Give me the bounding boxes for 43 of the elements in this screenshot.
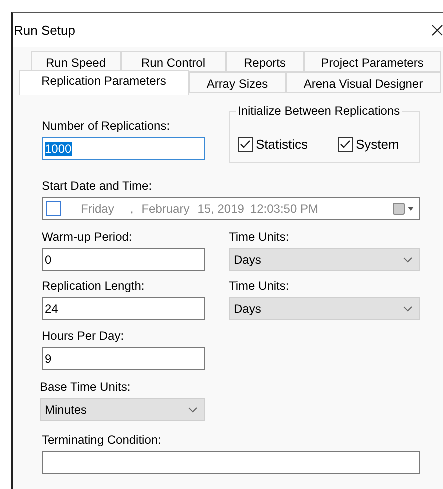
field-label: Time Units: bbox=[229, 279, 290, 293]
input-field[interactable]: 0 bbox=[42, 248, 205, 271]
field-label: Warm-up Period: bbox=[42, 230, 134, 244]
date-part: February bbox=[142, 202, 190, 216]
input-field[interactable]: 9 bbox=[42, 347, 205, 370]
field-label: Terminating Condition: bbox=[42, 433, 162, 447]
tab[interactable]: Reports bbox=[226, 51, 304, 72]
tab[interactable]: Replication Parameters bbox=[19, 70, 189, 95]
field-label: Hours Per Day: bbox=[42, 329, 126, 343]
date-part: 12:03:50 PM bbox=[250, 202, 318, 216]
field-label: Number of Replications: bbox=[42, 119, 172, 133]
window-title: Run Setup bbox=[14, 22, 76, 38]
input-field[interactable] bbox=[42, 451, 420, 474]
dropdown[interactable]: Days bbox=[229, 248, 420, 271]
checkbox-label: Statistics bbox=[256, 136, 308, 152]
field-value: 1000 bbox=[45, 142, 72, 156]
group-title: Initialize Between Replications bbox=[236, 104, 402, 118]
checkbox[interactable] bbox=[238, 136, 253, 152]
tab[interactable]: Array Sizes bbox=[189, 72, 286, 93]
tab[interactable]: Arena Visual Designer bbox=[286, 72, 441, 93]
date-part: , bbox=[130, 202, 134, 216]
tab[interactable]: Run Control bbox=[121, 51, 226, 72]
tab[interactable]: Project Parameters bbox=[304, 51, 441, 72]
calendar-dropdown-icon[interactable] bbox=[393, 202, 415, 214]
field-label: Replication Length: bbox=[42, 279, 146, 293]
date-time-picker[interactable]: Friday , February 15, 2019 12:03:50 PM bbox=[42, 197, 420, 220]
checkbox[interactable] bbox=[338, 136, 354, 152]
checkbox-label: System bbox=[356, 136, 400, 152]
date-part: Friday bbox=[81, 202, 114, 216]
checkbox[interactable] bbox=[46, 201, 61, 216]
field-label: Time Units: bbox=[229, 230, 290, 244]
chevron-down-icon bbox=[188, 406, 198, 412]
input-field[interactable]: 1000 bbox=[42, 137, 205, 160]
chevron-down-icon bbox=[403, 306, 413, 312]
tab[interactable]: Run Speed bbox=[31, 51, 121, 72]
chevron-down-icon bbox=[403, 256, 413, 262]
date-part: 15, 2019 bbox=[198, 202, 244, 216]
field-label: Base Time Units: bbox=[40, 380, 132, 394]
dropdown[interactable]: Days bbox=[229, 297, 420, 320]
field-label: Start Date and Time: bbox=[42, 179, 154, 193]
dropdown[interactable]: Minutes bbox=[40, 398, 205, 421]
input-field[interactable]: 24 bbox=[42, 297, 205, 320]
close-icon[interactable] bbox=[432, 24, 443, 36]
